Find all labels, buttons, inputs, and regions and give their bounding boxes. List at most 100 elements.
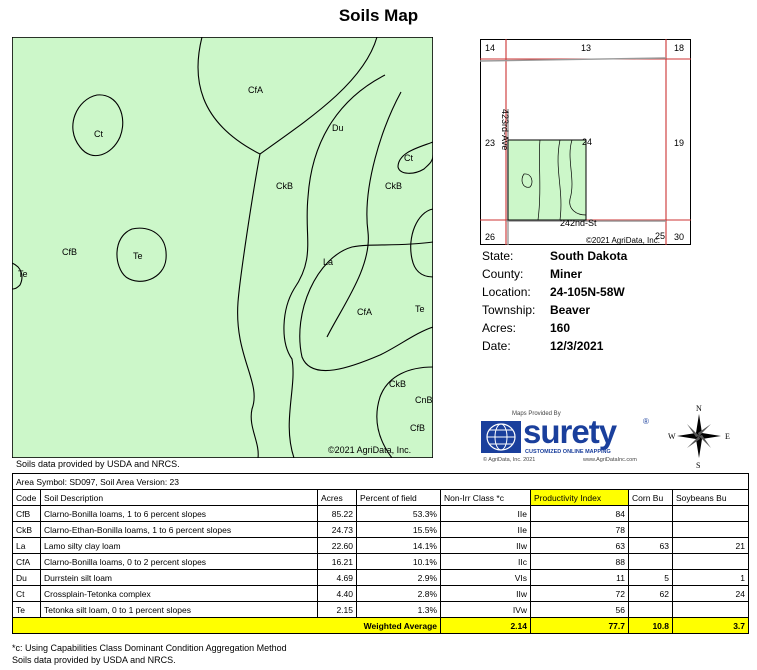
cell-corn [628, 553, 673, 570]
cell-class: IVw [440, 601, 531, 618]
cell-description: Crossplain-Tetonka complex [40, 585, 318, 602]
cell-code: Du [12, 569, 41, 586]
cell-soybeans [671, 601, 750, 618]
map-label: Te [415, 304, 425, 314]
cell-pi: 11 [530, 569, 629, 586]
map-label: Ct [404, 153, 413, 163]
map-label: CfB [410, 423, 425, 433]
cell-description: Clarno-Bonilla loams, 1 to 6 percent slo… [40, 505, 318, 522]
section-label: 19 [674, 138, 684, 148]
map-label: Te [18, 269, 28, 279]
footnote-method: *c: Using Capabilities Class Dominant Co… [12, 643, 287, 653]
location-value: 24-105N-58W [550, 285, 625, 299]
map-label: CkB [389, 379, 406, 389]
section-label: 14 [485, 43, 495, 53]
table-row: La Lamo silty clay loam 22.60 14.1% IIw … [12, 537, 750, 554]
logo-name: surety [523, 413, 617, 450]
compass-rose-icon: N S E W [668, 404, 730, 470]
table-row: CfA Clarno-Bonilla loams, 0 to 2 percent… [12, 553, 750, 570]
header-productivity-index: Productivity Index [530, 489, 629, 506]
road-label-ave: 423rd-Ave [500, 109, 510, 150]
cell-percent: 10.1% [356, 553, 441, 570]
section-label: 30 [674, 232, 684, 242]
map-copyright: ©2021 AgriData, Inc. [328, 445, 411, 455]
cell-class: IIe [440, 521, 531, 538]
map-label: La [323, 257, 333, 267]
globe-icon [481, 421, 521, 453]
header-acres: Acres [317, 489, 357, 506]
township-value: Beaver [550, 303, 591, 317]
header-non-irr-class: Non-Irr Class *c [440, 489, 531, 506]
soils-table: Area Symbol: SD097, Soil Area Version: 2… [11, 473, 750, 634]
cell-class: IIw [440, 585, 531, 602]
compass-n: N [696, 404, 702, 413]
cell-corn [628, 521, 673, 538]
cell-acres: 4.69 [317, 569, 357, 586]
cell-soybeans: 21 [671, 537, 750, 554]
cell-pi: 56 [530, 601, 629, 618]
cell-pi: 88 [530, 553, 629, 570]
cell-acres: 22.60 [317, 537, 357, 554]
cell-pi: 72 [530, 585, 629, 602]
cell-code: Ct [12, 585, 41, 602]
header-code: Code [12, 489, 41, 506]
cell-percent: 1.3% [356, 601, 441, 618]
header-corn: Corn Bu [628, 489, 673, 506]
cell-soybeans: 1 [671, 569, 750, 586]
logo-tagline: CUSTOMIZED ONLINE MAPPING [525, 449, 611, 455]
cell-corn: 62 [628, 585, 673, 602]
cell-acres: 2.15 [317, 601, 357, 618]
date-label: Date: [482, 339, 511, 353]
state-value: South Dakota [550, 249, 628, 263]
header-percent: Percent of field [356, 489, 441, 506]
table-row: Te Tetonka silt loam, 0 to 1 percent slo… [12, 601, 750, 618]
map-label: Du [332, 123, 344, 133]
area-symbol-row: Area Symbol: SD097, Soil Area Version: 2… [11, 473, 750, 490]
table-row: CkB Clarno-Ethan-Bonilla loams, 1 to 6 p… [12, 521, 750, 538]
road-label-st: 242nd-St [560, 218, 597, 228]
cell-corn: 63 [628, 537, 673, 554]
table-row: Ct Crossplain-Tetonka complex 4.40 2.8% … [12, 585, 750, 602]
cell-code: CfA [12, 553, 41, 570]
compass-s: S [696, 461, 700, 470]
cell-description: Clarno-Bonilla loams, 0 to 2 percent slo… [40, 553, 318, 570]
location-label: Location: [482, 285, 531, 299]
county-value: Miner [550, 267, 583, 281]
map-label: CkB [276, 181, 293, 191]
section-label: 26 [485, 232, 495, 242]
cell-percent: 2.8% [356, 585, 441, 602]
cell-soybeans [671, 521, 750, 538]
cell-description: Clarno-Ethan-Bonilla loams, 1 to 6 perce… [40, 521, 318, 538]
map-label: CfA [248, 85, 263, 95]
cell-pi: 63 [530, 537, 629, 554]
compass-w: W [668, 432, 676, 441]
map-label: CfA [357, 307, 372, 317]
township-label: Township: [482, 303, 536, 317]
footnotes: *c: Using Capabilities Class Dominant Co… [12, 642, 287, 666]
map-label: Te [133, 251, 143, 261]
section-label: 23 [485, 138, 495, 148]
locator-map[interactable]: 14 13 18 23 24 19 26 25 30 423rd-Ave 242… [480, 39, 691, 245]
cell-acres: 16.21 [317, 553, 357, 570]
cell-soybeans [671, 505, 750, 522]
cell-percent: 53.3% [356, 505, 441, 522]
map-label: CkB [385, 181, 402, 191]
locator-copyright: ©2021 AgriData, Inc. [586, 236, 660, 245]
weighted-average-corn: 10.8 [628, 617, 673, 634]
cell-percent: 2.9% [356, 569, 441, 586]
table-row: Du Durrstein silt loam 4.69 2.9% VIs 11 … [12, 569, 750, 586]
cell-soybeans: 24 [671, 585, 750, 602]
cell-pi: 84 [530, 505, 629, 522]
logo-footer-right: www.AgriDataInc.com [583, 457, 637, 463]
soil-map[interactable]: CfA Ct Du Ct CkB CkB CfB Te Te La CfA Te… [12, 37, 433, 458]
compass-e: E [725, 432, 730, 441]
cell-description: Durrstein silt loam [40, 569, 318, 586]
cell-corn [628, 601, 673, 618]
section-label: 24 [582, 137, 592, 147]
cell-acres: 4.40 [317, 585, 357, 602]
map-label: CfB [62, 247, 77, 257]
footnote-source: Soils data provided by USDA and NRCS. [12, 655, 176, 665]
weighted-average-row: Weighted Average 2.14 77.7 10.8 3.7 [12, 617, 750, 634]
weighted-average-class: 2.14 [440, 617, 531, 634]
header-description: Soil Description [40, 489, 318, 506]
